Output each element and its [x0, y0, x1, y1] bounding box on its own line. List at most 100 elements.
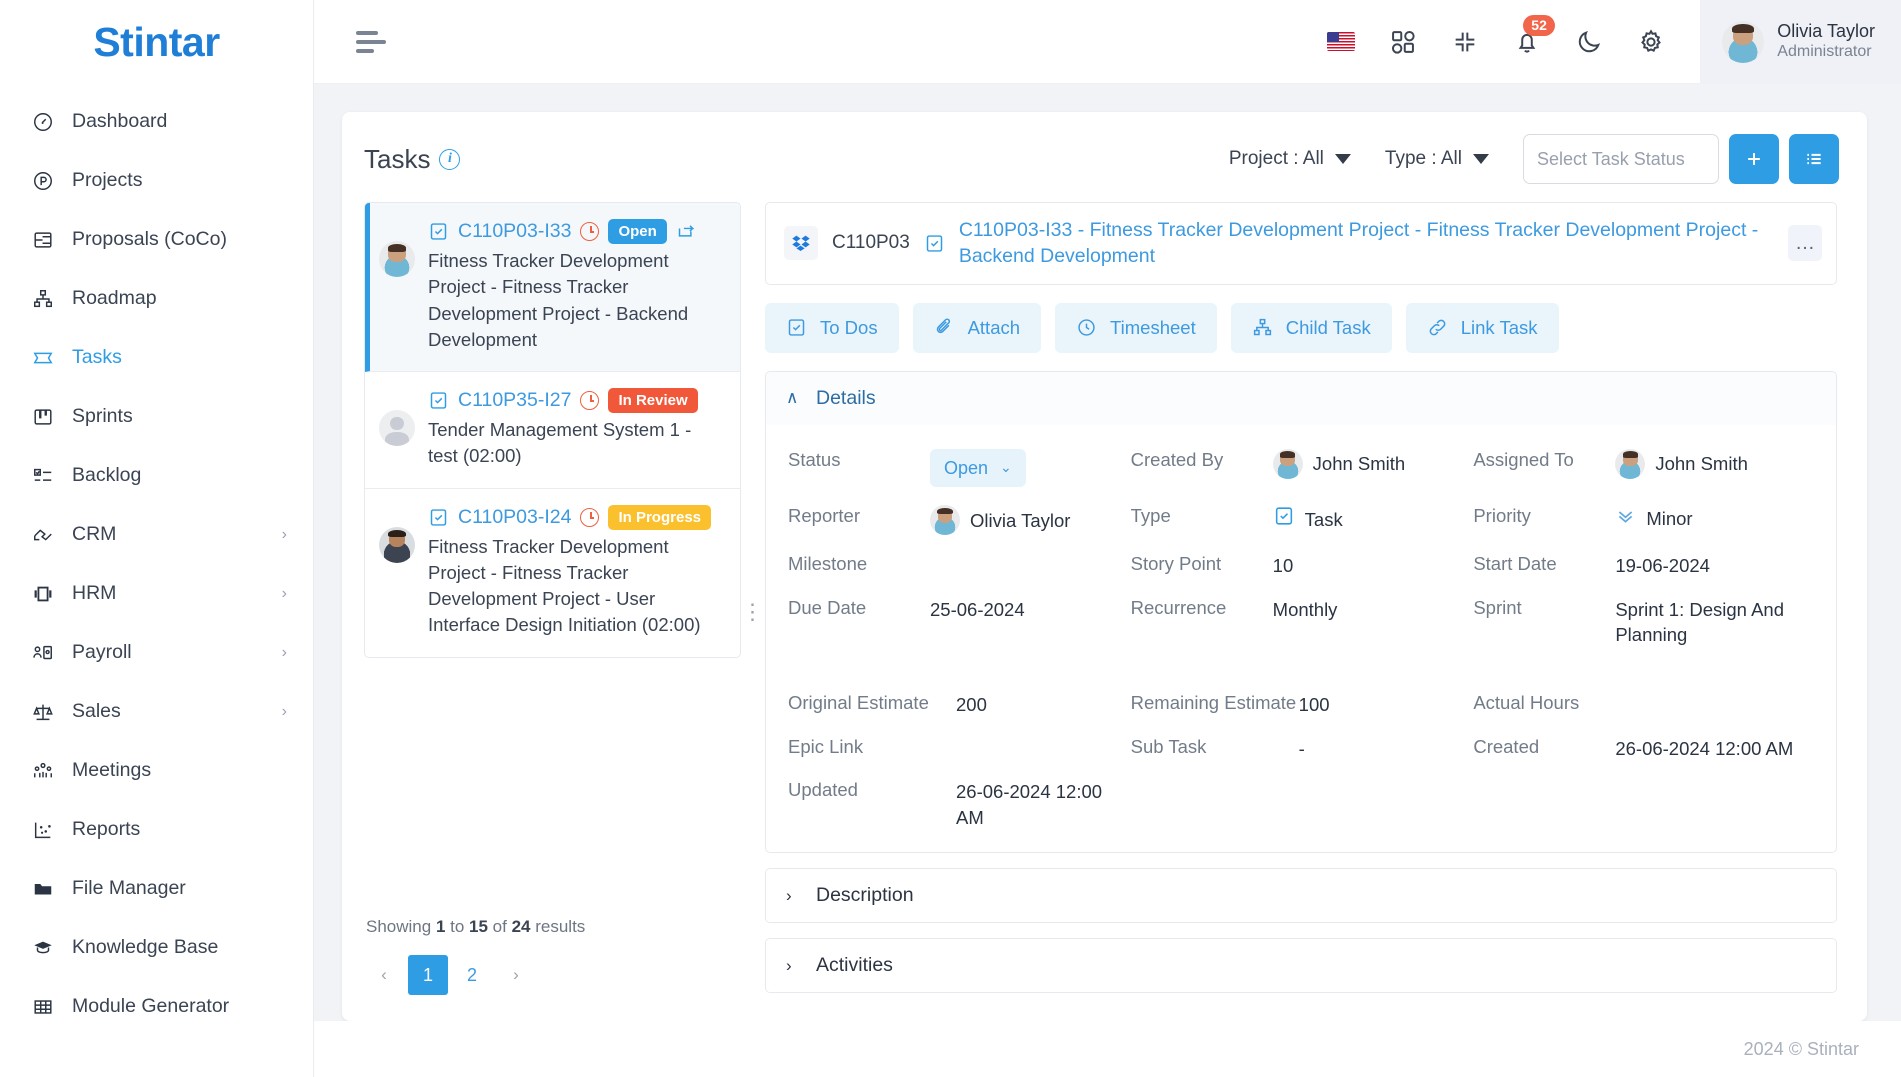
task-avatar	[379, 505, 415, 639]
priority-minor-icon	[1615, 505, 1636, 533]
sidebar-item-backlog[interactable]: Backlog	[0, 446, 313, 505]
brand-logo[interactable]: Stintar	[0, 0, 313, 84]
sidebar-item-projects[interactable]: Projects	[0, 151, 313, 210]
pagination-next[interactable]: ›	[496, 955, 536, 995]
task-list-item[interactable]: C110P35-I27 In Review Tender Management …	[365, 372, 740, 489]
task-detail-title[interactable]: C110P03-I33 - Fitness Tracker Developmen…	[959, 217, 1774, 270]
field-label: Updated	[788, 779, 858, 801]
activities-section-header[interactable]: › Activities	[766, 939, 1836, 993]
sidebar-item-knowledge-base[interactable]: Knowledge Base	[0, 918, 313, 977]
sidebar-item-roadmap[interactable]: Roadmap	[0, 269, 313, 328]
field-value: 26-06-2024 12:00 AM	[1615, 737, 1794, 759]
dark-mode-moon-icon[interactable]	[1574, 27, 1604, 57]
pagination-page-1[interactable]: 1	[408, 955, 448, 995]
sidebar-item-label: Backlog	[72, 464, 142, 486]
sidebar-item-reports[interactable]: Reports	[0, 800, 313, 859]
avatar	[1722, 20, 1765, 63]
column-resize-handle[interactable]: ⋮	[741, 202, 765, 1021]
info-icon[interactable]: i	[439, 148, 461, 170]
field-actual-hours: Actual Hours	[1473, 688, 1816, 718]
link-icon	[1429, 319, 1446, 336]
tab-attach[interactable]: Attach	[912, 302, 1042, 353]
field-assigned-to: Assigned To John Smith	[1473, 445, 1816, 488]
task-code[interactable]: C110P03-I24	[458, 506, 571, 529]
task-code[interactable]: C110P03-I33	[458, 220, 571, 243]
sidebar-item-tasks[interactable]: Tasks	[0, 328, 313, 387]
sidebar-item-dashboard[interactable]: Dashboard	[0, 92, 313, 151]
task-check-icon	[428, 390, 449, 411]
footer: 2024 © Stintar	[314, 1021, 1901, 1077]
scatter-chart-icon	[30, 817, 56, 843]
profile-menu[interactable]: Olivia Taylor Administrator	[1700, 0, 1901, 84]
details-section-header[interactable]: ∧ Details	[766, 371, 1836, 425]
project-filter[interactable]: Project : All	[1229, 148, 1351, 170]
bell-icon[interactable]: 52	[1512, 14, 1555, 57]
hamburger-icon[interactable]	[356, 30, 386, 53]
sidebar-item-label: Dashboard	[72, 110, 168, 132]
avatar	[930, 505, 960, 536]
apps-grid-icon[interactable]	[1388, 27, 1418, 57]
chevron-down-icon	[1473, 154, 1489, 164]
priority-value: Minor	[1646, 508, 1693, 530]
sidebar-item-payroll[interactable]: Payroll ›	[0, 623, 313, 682]
more-options-icon[interactable]: …	[1788, 225, 1822, 262]
tab-timesheet[interactable]: Timesheet	[1055, 302, 1217, 353]
circle-p-icon	[30, 168, 56, 194]
sidebar-item-proposals[interactable]: Proposals (CoCo)	[0, 210, 313, 269]
pagination-page-2[interactable]: 2	[452, 955, 492, 995]
task-detail-tabs: To Dos Attach Timesheet Child Task Link …	[765, 302, 1837, 353]
type-filter[interactable]: Type : All	[1385, 148, 1489, 170]
field-value: John Smith	[1615, 445, 1748, 479]
status-dropdown[interactable]: Open ⌄	[930, 448, 1026, 488]
sidebar-item-label: Projects	[72, 169, 143, 191]
settings-gear-icon[interactable]	[1636, 27, 1666, 57]
task-list-item[interactable]: C110P03-I33 Open Fitness Tracker Develop…	[365, 203, 740, 373]
task-code[interactable]: C110P35-I27	[458, 389, 571, 412]
sidebar-item-sprints[interactable]: Sprints	[0, 387, 313, 446]
sidebar-item-file-manager[interactable]: File Manager	[0, 859, 313, 918]
field-label: Due Date	[788, 596, 867, 618]
sidebar-item-hrm[interactable]: HRM ›	[0, 564, 313, 623]
description-section-header[interactable]: › Description	[766, 869, 1836, 923]
list-view-button[interactable]	[1789, 134, 1839, 184]
field-story-point: Story Point 10	[1131, 549, 1474, 579]
pagination-prev[interactable]: ‹	[364, 955, 404, 995]
language-flag-icon[interactable]	[1326, 27, 1356, 57]
folder-icon	[30, 876, 56, 902]
sidebar-item-sales[interactable]: Sales ›	[0, 682, 313, 741]
field-label: Start Date	[1473, 553, 1557, 575]
people-icon	[30, 758, 56, 784]
tab-label: Link Task	[1460, 316, 1538, 338]
topbar: 52 Olivia Taylor Administrator	[314, 0, 1901, 84]
task-item-body: C110P03-I24 In Progress Fitness Tracker …	[428, 504, 726, 639]
field-priority: Priority Minor	[1473, 501, 1816, 535]
activities-section: › Activities	[765, 938, 1837, 994]
description-section-title: Description	[816, 884, 914, 907]
field-label: Original Estimate	[788, 692, 929, 713]
task-item-header: C110P03-I33 Open	[428, 219, 726, 244]
sidebar-item-module-generator[interactable]: Module Generator	[0, 977, 313, 1036]
sidebar-item-crm[interactable]: CRM ›	[0, 505, 313, 564]
field-remaining-estimate: Remaining Estimate 100	[1131, 688, 1474, 718]
tab-link-task[interactable]: Link Task	[1405, 302, 1559, 353]
dropbox-icon	[784, 226, 818, 261]
select-task-status-input[interactable]	[1523, 134, 1719, 184]
field-value: Monthly	[1272, 598, 1338, 620]
id-card-icon	[30, 581, 56, 607]
task-list-item[interactable]: C110P03-I24 In Progress Fitness Tracker …	[365, 489, 740, 657]
checklist-icon	[30, 463, 56, 489]
field-sub-task: Sub Task -	[1131, 732, 1474, 762]
add-task-button[interactable]	[1729, 134, 1779, 184]
task-item-body: C110P35-I27 In Review Tender Management …	[428, 388, 726, 470]
field-label: Priority	[1473, 505, 1531, 527]
us-flag	[1327, 32, 1356, 51]
tab-todos[interactable]: To Dos	[765, 302, 899, 353]
tab-child-task[interactable]: Child Task	[1230, 302, 1392, 353]
type-value: Task	[1304, 508, 1343, 530]
chevron-right-icon: ›	[281, 525, 287, 543]
sidebar-item-meetings[interactable]: Meetings	[0, 741, 313, 800]
field-label: Actual Hours	[1473, 692, 1580, 713]
fullscreen-collapse-icon[interactable]	[1450, 27, 1480, 57]
field-sprint: Sprint Sprint 1: Design And Planning	[1473, 593, 1816, 648]
layout-icon	[30, 227, 56, 253]
